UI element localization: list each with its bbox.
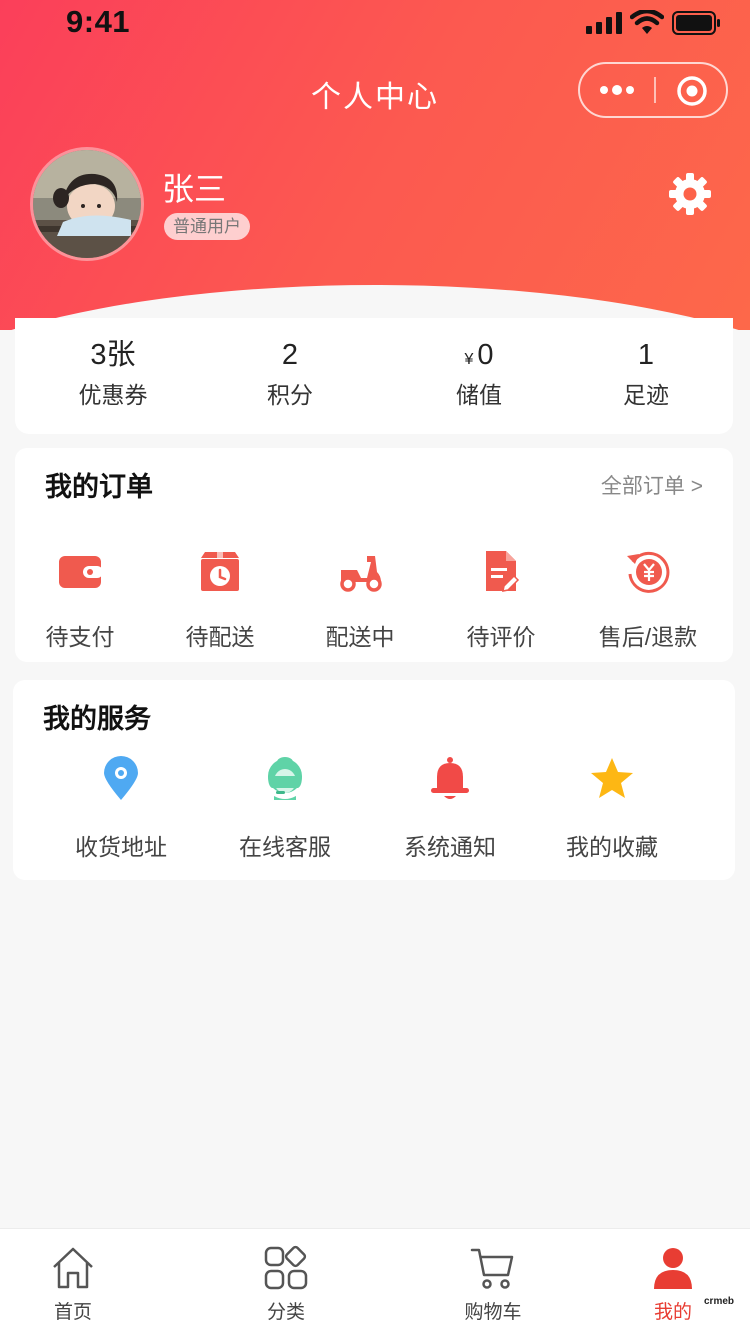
- stat-value: ¥0: [399, 336, 559, 374]
- stats-card: 3张 优惠券 2 积分 ¥0 储值 1 足迹: [15, 318, 733, 434]
- stat-coupons[interactable]: 3张 优惠券: [33, 336, 193, 410]
- service-label: 收货地址: [75, 834, 167, 860]
- avatar[interactable]: [30, 147, 144, 261]
- tab-cart[interactable]: 购物车: [433, 1245, 553, 1324]
- tab-category[interactable]: 分类: [226, 1245, 346, 1324]
- user-icon: [654, 1248, 692, 1289]
- home-icon: [53, 1247, 93, 1289]
- stat-label: 足迹: [623, 382, 669, 408]
- order-pending-payment[interactable]: 待支付: [10, 548, 150, 652]
- battery-icon: [672, 11, 720, 35]
- stat-footprints[interactable]: 1 足迹: [566, 336, 726, 410]
- service-favorites[interactable]: 我的收藏: [532, 756, 692, 862]
- scooter-icon: [340, 556, 382, 592]
- customer-service-icon: [268, 757, 302, 800]
- stat-label: 储值: [456, 382, 502, 408]
- all-orders-link[interactable]: 全部订单 >: [601, 470, 703, 500]
- service-notifications[interactable]: 系统通知: [370, 756, 530, 862]
- service-address[interactable]: 收货地址: [41, 756, 201, 862]
- stat-label: 优惠券: [78, 382, 148, 408]
- package-clock-icon: [201, 552, 239, 591]
- order-pending-delivery[interactable]: 待配送: [150, 548, 290, 652]
- service-label: 系统通知: [404, 834, 496, 860]
- stat-balance[interactable]: ¥0 储值: [399, 336, 559, 410]
- svg-text:crmeb: crmeb: [704, 1296, 734, 1307]
- order-refund[interactable]: 售后/退款: [578, 548, 718, 652]
- wallet-icon: [59, 556, 103, 588]
- status-bar: 9:41: [0, 0, 750, 46]
- order-label: 售后/退款: [598, 624, 698, 650]
- tab-label: 分类: [266, 1302, 305, 1323]
- avatar-image: [33, 150, 141, 258]
- settings-gear-icon[interactable]: [668, 172, 712, 216]
- services-card: 我的服务 收货地址 在线客服 系统通知 我的收藏: [13, 680, 735, 880]
- more-icon[interactable]: [598, 79, 638, 101]
- star-icon: [591, 758, 633, 798]
- tab-label: 购物车: [464, 1302, 522, 1323]
- refund-icon: [627, 551, 670, 593]
- tab-mine[interactable]: 我的: [613, 1245, 733, 1324]
- cart-icon: [470, 1248, 514, 1289]
- wifi-icon: [630, 10, 664, 34]
- stat-points[interactable]: 2 积分: [210, 336, 370, 410]
- service-customer-service[interactable]: 在线客服: [205, 756, 365, 862]
- order-label: 配送中: [325, 624, 395, 650]
- status-time: 9:41: [66, 4, 131, 39]
- user-name: 张三: [162, 171, 227, 207]
- currency-symbol: ¥: [464, 351, 474, 368]
- close-target-icon[interactable]: [676, 75, 708, 107]
- stat-label: 积分: [267, 382, 313, 408]
- balance-value: 0: [477, 339, 494, 371]
- order-label: 待配送: [185, 624, 255, 650]
- tab-label: 首页: [53, 1302, 92, 1323]
- order-in-delivery[interactable]: 配送中: [290, 548, 430, 652]
- review-document-icon: [486, 551, 520, 592]
- service-label: 在线客服: [239, 834, 331, 860]
- location-pin-icon: [104, 756, 138, 800]
- signal-icon: [586, 12, 622, 34]
- mini-program-capsule: [578, 62, 728, 118]
- order-label: 待支付: [45, 624, 115, 650]
- services-title: 我的服务: [43, 704, 151, 734]
- capsule-divider: [654, 77, 656, 103]
- orders-title: 我的订单: [45, 472, 153, 502]
- profile-header: 9:41 个人中心 张三 普通用户: [0, 0, 750, 330]
- stat-value: 2: [281, 339, 299, 371]
- order-label: 待评价: [466, 624, 536, 650]
- bottom-tab-bar: 首页 分类 购物车 我的: [0, 1228, 750, 1334]
- order-pending-review[interactable]: 待评价: [431, 548, 571, 652]
- service-label: 我的收藏: [566, 834, 658, 860]
- stat-value: 1: [637, 339, 655, 371]
- crmeb-logo: crmeb: [704, 1296, 734, 1307]
- user-level-badge: 普通用户: [164, 213, 250, 240]
- bell-icon: [431, 757, 469, 799]
- tab-home[interactable]: 首页: [13, 1245, 133, 1324]
- orders-card: 我的订单 全部订单 > 待支付 待配送 配送中 待评价 售后/退款: [15, 448, 733, 662]
- category-icon: [264, 1245, 308, 1290]
- stat-value: 3张: [90, 339, 136, 371]
